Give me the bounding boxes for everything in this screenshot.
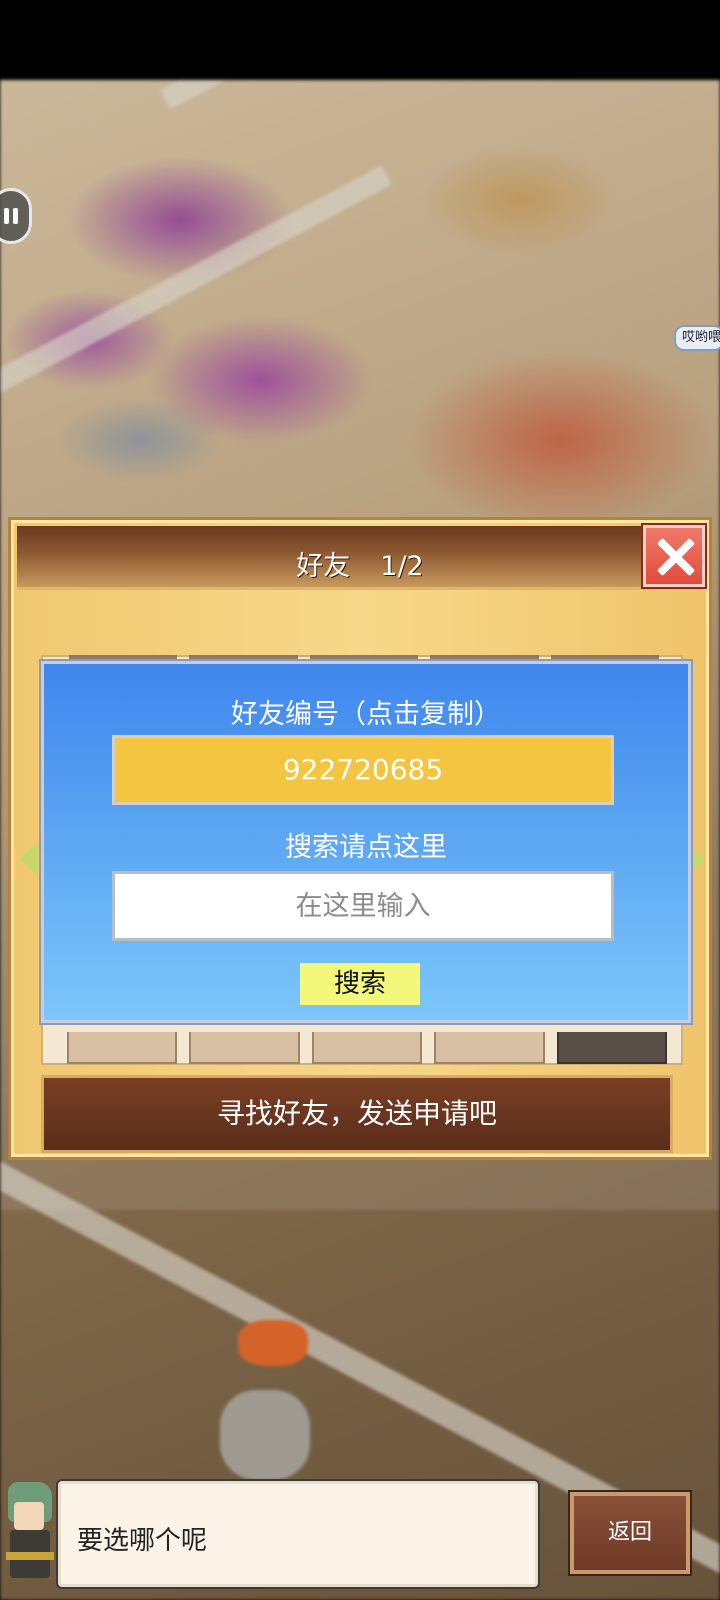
dialog-title-text: 好友 (296, 551, 351, 582)
bottom-tab-strip (67, 1032, 668, 1064)
search-label: 搜索请点这里 (285, 832, 447, 863)
tab-button[interactable] (189, 1032, 300, 1064)
dialog-title: 好友 1/2 (17, 544, 703, 583)
tab-button[interactable] (556, 1032, 668, 1064)
status-bar (0, 0, 720, 80)
scene-road (0, 165, 392, 420)
search-button[interactable]: 搜索 (300, 963, 420, 1005)
friend-code-label: 好友编号（点击复制） (231, 699, 501, 730)
dialog-header: 好友 1/2 (17, 526, 703, 590)
speech-bubble: 哎哟喂 (674, 325, 720, 351)
tab-button[interactable] (434, 1032, 545, 1064)
tab-button[interactable] (311, 1032, 423, 1064)
scene-object (238, 1320, 308, 1366)
friends-dialog: 好友 1/2 好友编号（点击复制） 922720685 搜索请点这里 搜索 寻找好… (8, 517, 712, 1160)
scene-object (220, 1390, 310, 1480)
scene-road (160, 80, 701, 110)
pause-icon[interactable] (0, 188, 32, 244)
character-avatar (0, 1482, 60, 1588)
friend-search-panel: 好友编号（点击复制） 922720685 搜索请点这里 搜索 (41, 661, 691, 1023)
close-icon[interactable] (643, 525, 705, 587)
tab-button[interactable] (67, 1032, 178, 1064)
avatar-face (14, 1502, 44, 1530)
search-input[interactable] (112, 871, 614, 941)
find-friend-banner: 寻找好友，发送申请吧 (41, 1075, 673, 1153)
message-box: 要选哪个呢 (58, 1481, 538, 1587)
avatar-belt (6, 1552, 54, 1560)
back-button[interactable]: 返回 (570, 1492, 690, 1574)
page-indicator: 1/2 (380, 551, 424, 582)
friend-code-copy-button[interactable]: 922720685 (112, 735, 614, 805)
arrow-left-icon[interactable] (19, 843, 37, 875)
message-text: 要选哪个呢 (77, 1526, 208, 1556)
